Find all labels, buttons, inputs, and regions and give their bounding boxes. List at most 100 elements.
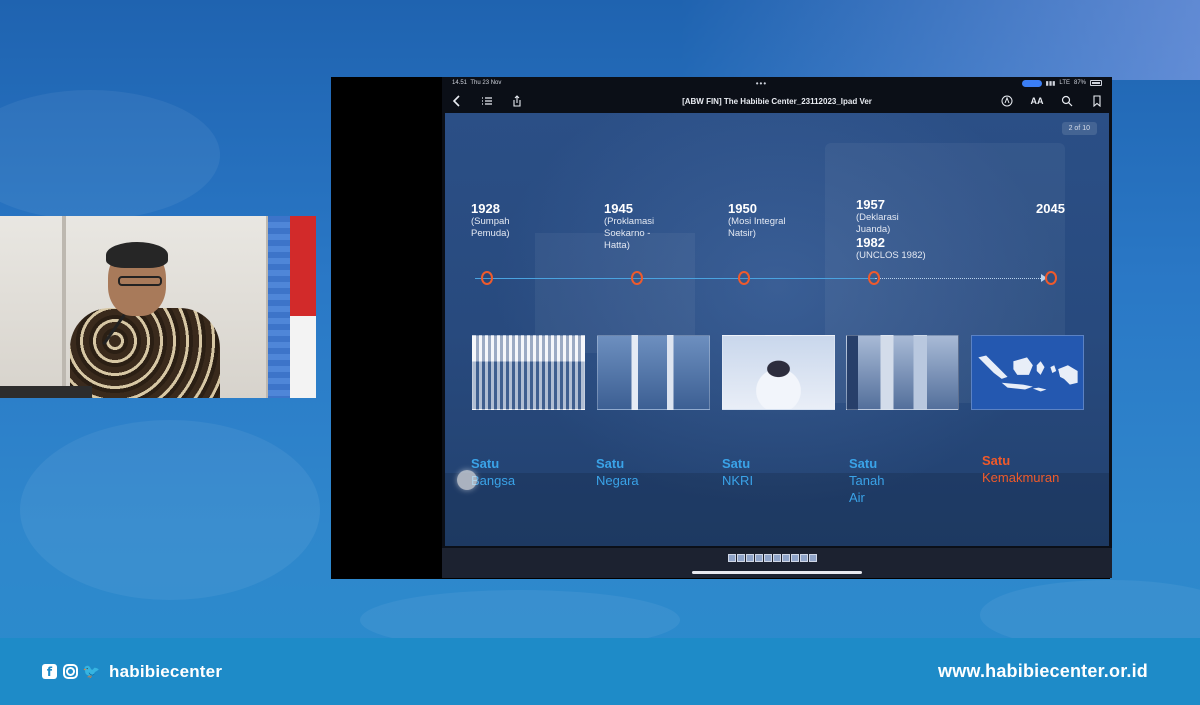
battery-percent: 87% [1073, 80, 1086, 86]
thumbnail-list [728, 554, 817, 562]
bookmark-icon[interactable] [1090, 94, 1104, 108]
page-thumbnail[interactable] [737, 554, 745, 562]
milestone-year: 1982 [856, 235, 885, 250]
reader-toolbar: [ABW FIN] The Habibie Center_23112023_Ip… [442, 89, 1112, 113]
social-handle: habibiecenter [109, 661, 223, 681]
theme-satu: Satu [722, 456, 751, 471]
social-handles: f 🐦 habibiecenter [42, 662, 222, 682]
theme-word: Tanah [849, 473, 885, 488]
text-size-icon[interactable]: AA [1030, 94, 1044, 108]
milestone-1950: 1950 (Mosi Integral Natsir) [728, 202, 786, 240]
page-thumbnail[interactable] [764, 554, 772, 562]
milestone-year: 1928 [471, 201, 500, 216]
indonesia-map-icon [978, 355, 1078, 392]
milestone-1957-1982: 1957 (Deklarasi Juanda) 1982 (UNCLOS 198… [856, 198, 926, 262]
milestone-2045: 2045 [1036, 202, 1065, 216]
presentation-slide: 2 of 10 1928 (Sumpah Pemuda) 1945 (Prokl… [445, 113, 1109, 546]
list-icon[interactable] [480, 94, 494, 108]
milestone-desc: Natsir) [728, 228, 756, 239]
theme-word: Air [849, 490, 865, 505]
battery-icon [1090, 80, 1102, 86]
photo-sumpah-pemuda [472, 335, 585, 410]
status-time: 14.51 Thu 23 Nov [452, 80, 501, 86]
podium [0, 386, 92, 398]
theme-satu: Satu [471, 456, 500, 471]
status-bar: 14.51 Thu 23 Nov ••• ▮▮▮ LTE 87% [442, 77, 1112, 89]
status-indicators: ▮▮▮ LTE 87% [1021, 79, 1102, 87]
theme-satu-tanah-air: Satu Tanah Air [849, 455, 884, 506]
milestone-desc: Pemuda) [471, 228, 510, 239]
milestone-year: 1957 [856, 197, 885, 212]
back-icon[interactable] [450, 94, 464, 108]
timeline-node [631, 271, 643, 285]
markup-icon[interactable] [1000, 94, 1014, 108]
page-thumbnail[interactable] [746, 554, 754, 562]
page-thumbnail[interactable] [809, 554, 817, 562]
home-indicator[interactable] [692, 571, 862, 574]
page-thumbnail[interactable] [782, 554, 790, 562]
photo-indonesia-map [971, 335, 1084, 410]
multitask-dots-icon[interactable]: ••• [756, 79, 767, 88]
indonesian-flag [290, 216, 316, 398]
focus-pill-icon [1021, 79, 1042, 87]
speaker-hair [106, 242, 168, 268]
theme-word: Negara [596, 473, 639, 488]
page-indicator: 2 of 10 [1061, 122, 1097, 135]
facebook-icon: f [42, 664, 57, 679]
milestone-desc: (Deklarasi [856, 212, 899, 223]
status-time-value: 14.51 [452, 80, 468, 86]
photo-natsir [722, 335, 835, 410]
theme-satu: Satu [849, 456, 878, 471]
signal-icon: ▮▮▮ [1045, 80, 1056, 87]
theme-word: Bangsa [471, 473, 516, 488]
theme-word: Kemakmuran [982, 470, 1060, 485]
brand-bar: f 🐦 habibiecenter www.habibiecenter.or.i… [0, 638, 1200, 705]
pointer-cursor [457, 470, 477, 490]
page-thumbnail[interactable] [728, 554, 736, 562]
page-thumbnail[interactable] [791, 554, 799, 562]
milestone-desc: (UNCLOS 1982) [856, 250, 926, 261]
page-thumbnail-strip[interactable] [442, 548, 1112, 578]
theme-satu-negara: Satu Negara [596, 455, 639, 489]
network-type: LTE [1059, 80, 1070, 86]
wall-panel [62, 216, 66, 398]
background-glow [680, 0, 1200, 80]
milestone-year: 2045 [1036, 201, 1065, 216]
theme-satu: Satu [982, 453, 1011, 468]
batik-ornament [0, 90, 220, 220]
photo-juanda [846, 335, 959, 410]
milestone-desc: (Sumpah [471, 216, 510, 227]
speaker-glasses [118, 276, 162, 286]
theme-satu-nkri: Satu NKRI [722, 455, 753, 489]
timeline-future-line [875, 278, 1047, 279]
instagram-icon [63, 664, 78, 679]
share-icon[interactable] [510, 94, 524, 108]
search-icon[interactable] [1060, 94, 1074, 108]
milestone-desc: Soekarno - [604, 228, 651, 239]
page-thumbnail[interactable] [773, 554, 781, 562]
speaker-batik-shirt [70, 308, 220, 398]
timeline-line [475, 278, 875, 279]
timeline-node [1045, 271, 1057, 285]
status-date: Thu 23 Nov [470, 80, 502, 86]
timeline-node [868, 271, 880, 285]
theme-satu-bangsa: Satu Bangsa [471, 455, 515, 489]
milestone-desc: (Mosi Integral [728, 216, 786, 227]
milestone-year: 1950 [728, 201, 757, 216]
theme-satu-kemakmuran: Satu Kemakmuran [982, 452, 1059, 486]
page-thumbnail[interactable] [755, 554, 763, 562]
timeline-node [481, 271, 493, 285]
milestone-year: 1945 [604, 201, 633, 216]
page-thumbnail[interactable] [800, 554, 808, 562]
milestone-desc: (Proklamasi [604, 216, 655, 227]
twitter-icon: 🐦 [82, 663, 101, 680]
timeline-node [738, 271, 750, 285]
website-url: www.habibiecenter.or.id [938, 661, 1148, 681]
theme-satu: Satu [596, 456, 625, 471]
photo-proklamasi [597, 335, 710, 410]
milestone-1928: 1928 (Sumpah Pemuda) [471, 202, 510, 240]
theme-word: NKRI [722, 473, 754, 488]
ipad-screen: 14.51 Thu 23 Nov ••• ▮▮▮ LTE 87% [ABW FI… [442, 77, 1112, 578]
milestone-1945: 1945 (Proklamasi Soekarno - Hatta) [604, 202, 654, 252]
speaker-video [0, 216, 316, 398]
